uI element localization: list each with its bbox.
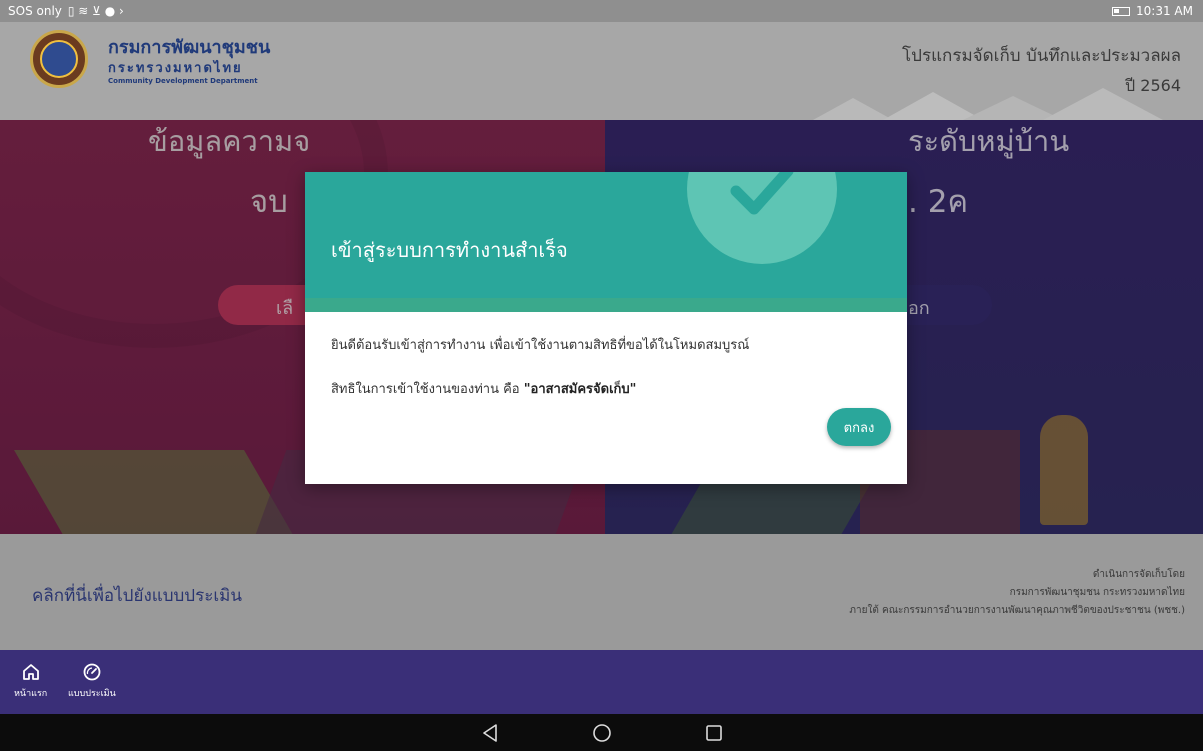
back-icon[interactable] bbox=[479, 722, 501, 744]
gauge-icon bbox=[83, 663, 101, 681]
status-left: SOS only ▯ ≋ ⊻ ● › bbox=[8, 4, 124, 18]
nav-home[interactable]: หน้าแรก bbox=[14, 662, 47, 700]
dialog-title: เข้าสู่ระบบการทำงานสำเร็จ bbox=[331, 238, 568, 262]
footer-section: คลิกที่นี่เพื่อไปยังแบบประเมิน ดำเนินการ… bbox=[0, 534, 1203, 650]
home-circle-icon[interactable] bbox=[591, 722, 613, 744]
ok-button[interactable]: ตกลง bbox=[827, 408, 891, 446]
nav-evaluation-label: แบบประเมิน bbox=[68, 689, 116, 699]
department-logo bbox=[30, 30, 88, 88]
program-title: โปรแกรมจัดเก็บ บันทึกและประมวลผล bbox=[902, 46, 1181, 66]
role-prefix: สิทธิในการเข้าใช้งานของท่าน คือ bbox=[331, 382, 524, 397]
app-header: กรมการพัฒนาชุมชน กระทรวงมหาดไทย Communit… bbox=[0, 22, 1203, 120]
status-bar: SOS only ▯ ≋ ⊻ ● › 10:31 AM bbox=[0, 0, 1203, 22]
android-navigation-bar bbox=[0, 714, 1203, 751]
dialog-body: ยินดีต้อนรับเข้าสู่การทำงาน เพื่อเข้าใช้… bbox=[305, 312, 907, 484]
bottom-navigation: หน้าแรก แบบประเมิน bbox=[0, 650, 1203, 714]
logo-emblem bbox=[40, 40, 78, 78]
footer-credit: ดำเนินการจัดเก็บโดย กรมการพัฒนาชุมชน กระ… bbox=[849, 566, 1185, 620]
carrier-text: SOS only bbox=[8, 4, 62, 18]
battery-icon bbox=[1112, 6, 1131, 16]
house-roofs-decoration bbox=[813, 88, 1163, 120]
status-right: 10:31 AM bbox=[1112, 4, 1193, 18]
dialog-header-band bbox=[305, 298, 907, 312]
dialog-header: เข้าสู่ระบบการทำงานสำเร็จ bbox=[305, 172, 907, 312]
credit-line-3: ภายใต้ คณะกรรมการอำนวยการงานพัฒนาคุณภาพช… bbox=[849, 605, 1185, 616]
org-name-en: Community Development Department bbox=[108, 77, 258, 85]
dialog-message: ยินดีต้อนรับเข้าสู่การทำงาน เพื่อเข้าใช้… bbox=[331, 338, 750, 353]
credit-line-2: กรมการพัฒนาชุมชน กระทรวงมหาดไทย bbox=[1009, 587, 1185, 598]
credit-line-1: ดำเนินการจัดเก็บโดย bbox=[1092, 569, 1185, 580]
home-icon bbox=[22, 664, 39, 680]
dialog-role-line: สิทธิในการเข้าใช้งานของท่าน คือ "อาสาสมั… bbox=[331, 378, 636, 399]
login-success-dialog: เข้าสู่ระบบการทำงานสำเร็จ ยินดีต้อนรับเข… bbox=[305, 172, 907, 484]
ministry-name: กระทรวงมหาดไทย bbox=[108, 61, 243, 76]
nav-evaluation[interactable]: แบบประเมิน bbox=[68, 662, 116, 700]
status-icons: ▯ ≋ ⊻ ● › bbox=[67, 4, 124, 18]
success-check-icon bbox=[687, 172, 837, 264]
recents-icon[interactable] bbox=[703, 722, 725, 744]
evaluation-link[interactable]: คลิกที่นี่เพื่อไปยังแบบประเมิน bbox=[32, 582, 242, 609]
clock: 10:31 AM bbox=[1136, 4, 1193, 18]
role-name: "อาสาสมัครจัดเก็บ" bbox=[523, 382, 637, 397]
nav-home-label: หน้าแรก bbox=[14, 689, 48, 699]
